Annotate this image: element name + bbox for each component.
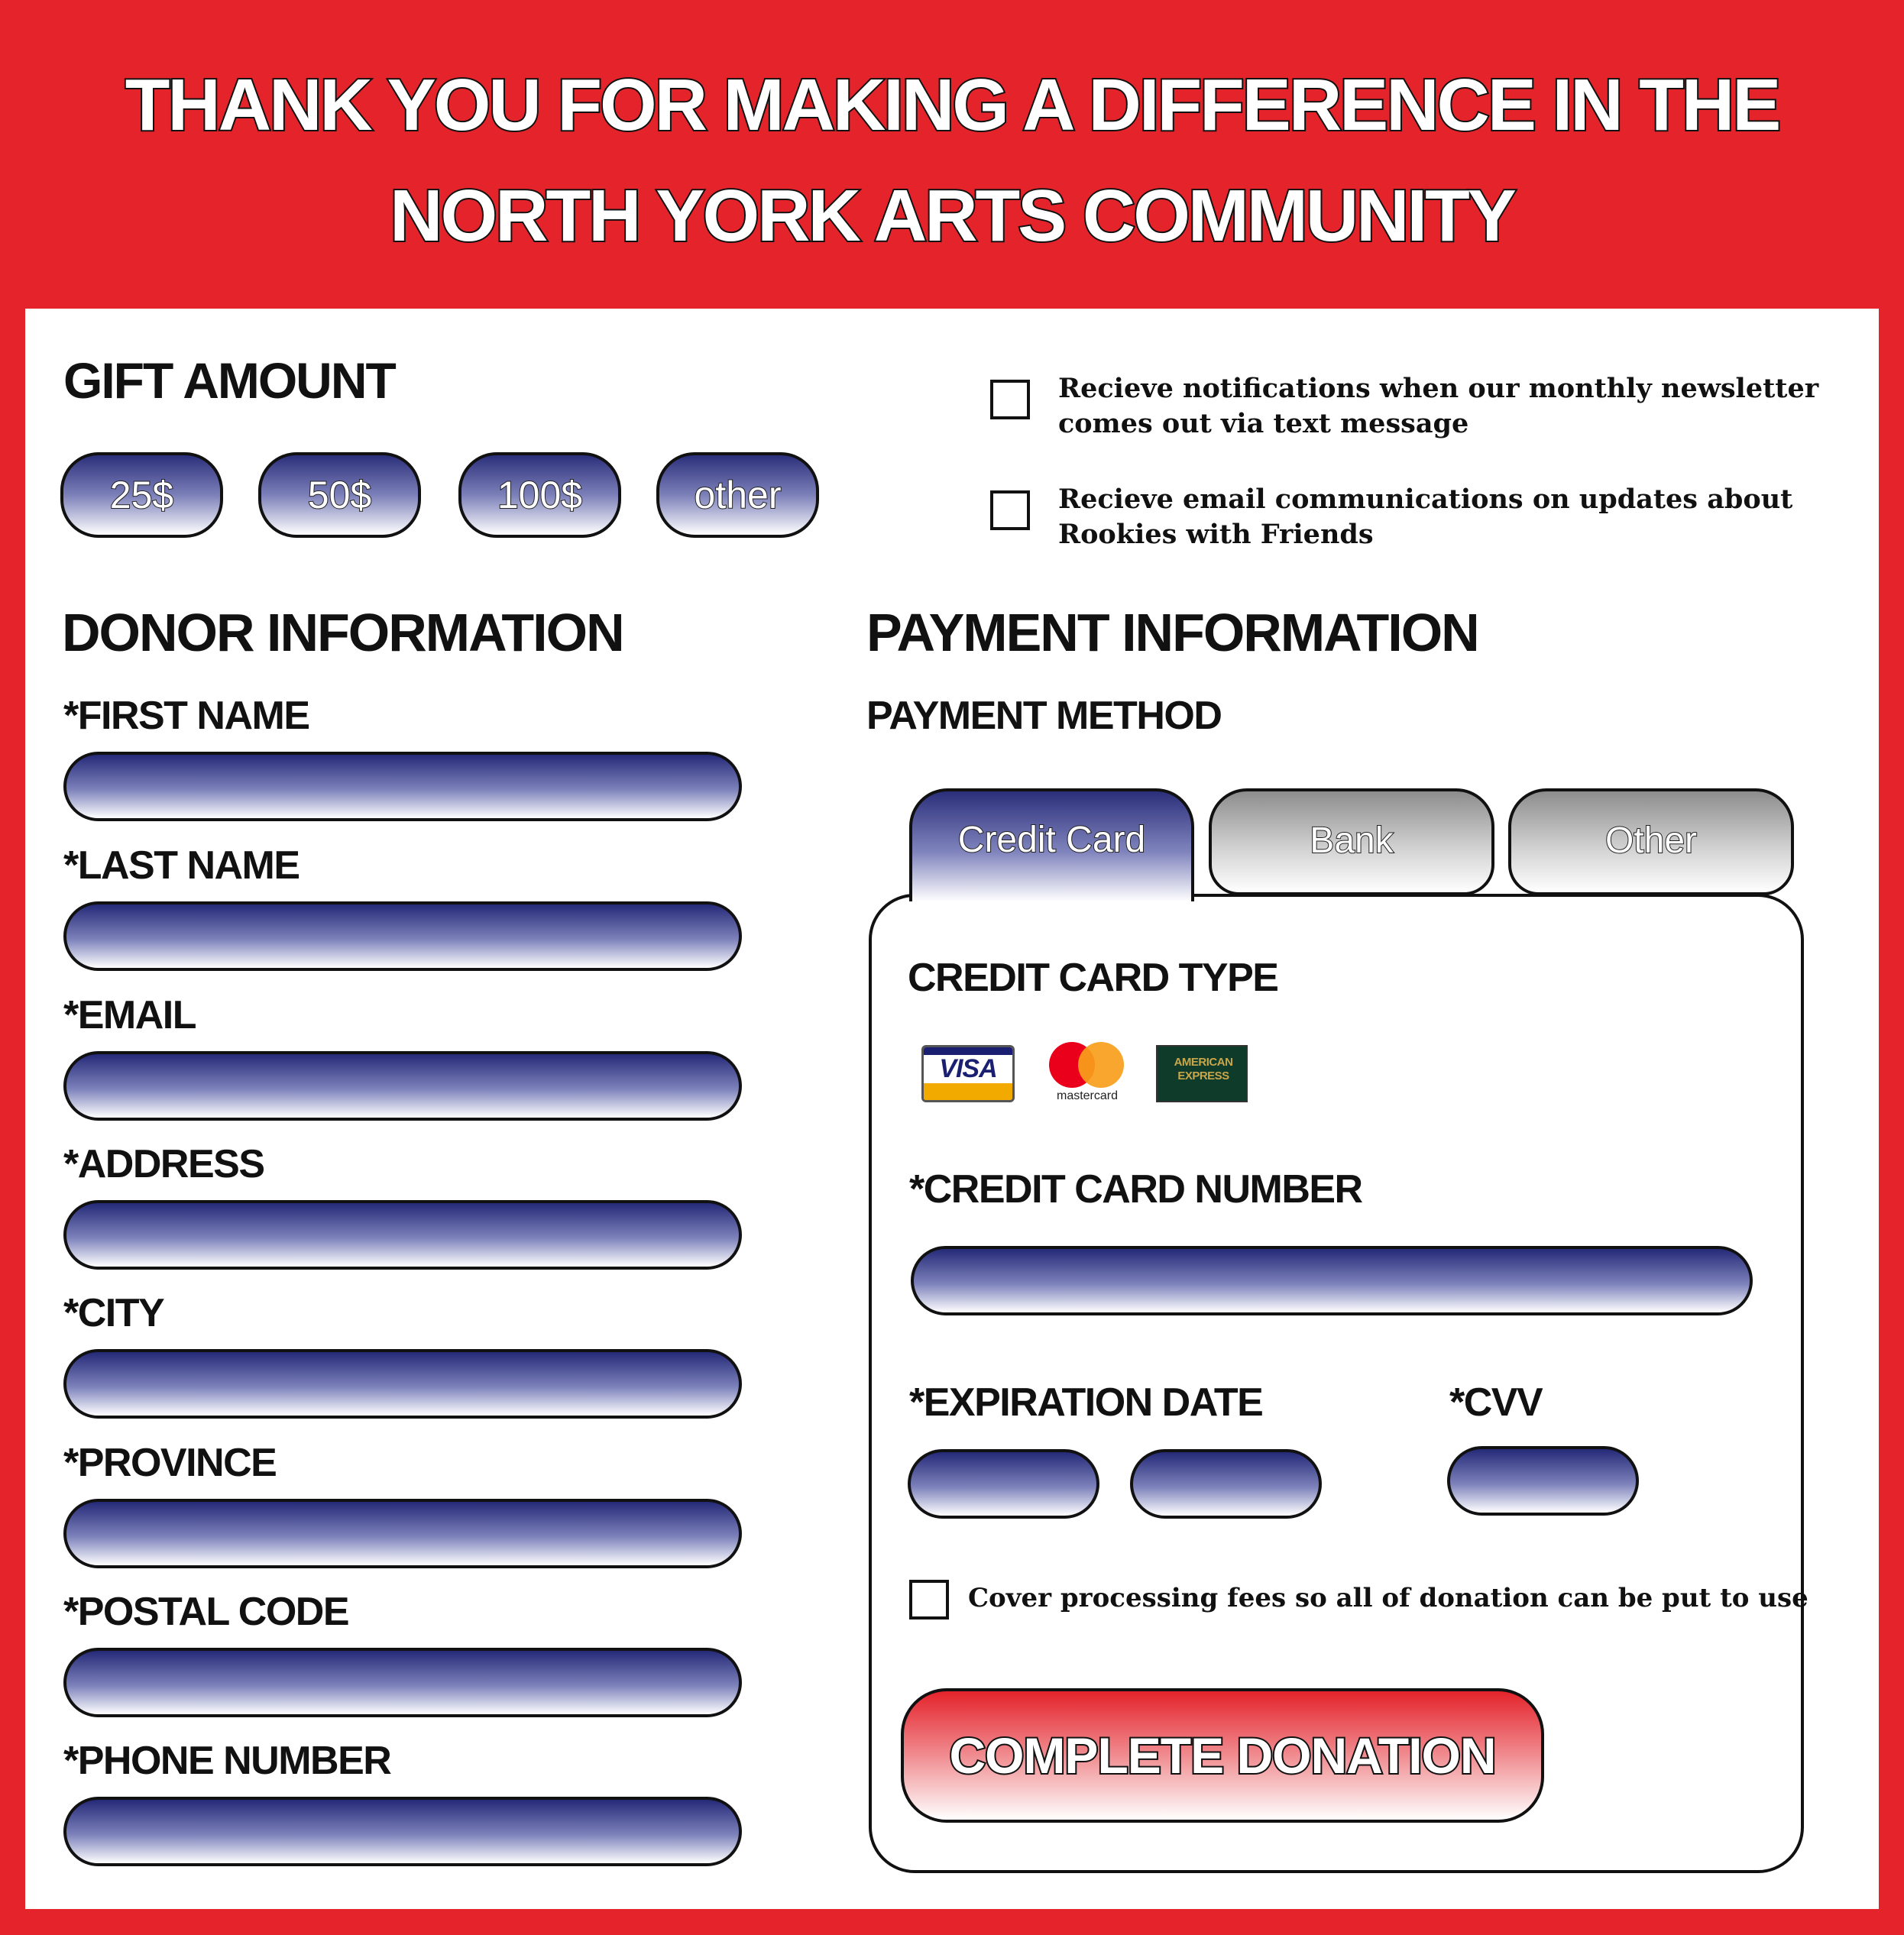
first-name-input[interactable] [63, 752, 742, 821]
province-input[interactable] [63, 1499, 742, 1568]
sms-notification-label: Recieve notifications when our monthly n… [1058, 371, 1818, 442]
visa-card-option[interactable]: VISA [921, 1045, 1015, 1102]
credit-card-number-input[interactable] [911, 1246, 1753, 1315]
sms-notification-checkbox[interactable] [990, 380, 1030, 419]
visa-stripe-bottom [924, 1083, 1012, 1100]
page-title-line-2: NORTH YORK ARTS COMMUNITY [388, 173, 1518, 258]
tab-bank[interactable]: Bank [1209, 788, 1494, 895]
credit-card-type-label: CREDIT CARD TYPE [908, 956, 1279, 1000]
amex-logo-line-2: EXPRESS [1177, 1069, 1229, 1082]
donation-form-panel: GIFT AMOUNT 25$ 50$ 100$ other Recieve n… [25, 309, 1879, 1909]
page-title: THANK YOU FOR MAKING A DIFFERENCE IN THE… [0, 50, 1904, 271]
last-name-input[interactable] [63, 901, 742, 971]
visa-logo-text: VISA [939, 1054, 997, 1083]
mastercard-logo-text: mastercard [1056, 1089, 1119, 1102]
postal-code-label: *POSTAL CODE [63, 1590, 350, 1634]
email-updates-label-line-2: Rookies with Friends [1058, 519, 1374, 550]
gift-option-25[interactable]: 25$ [60, 452, 223, 538]
email-updates-label-line-1: Recieve email communications on updates … [1058, 484, 1793, 515]
cvv-input[interactable] [1447, 1446, 1639, 1516]
gift-option-100[interactable]: 100$ [458, 452, 621, 538]
gift-amount-heading: GIFT AMOUNT [63, 352, 397, 409]
email-updates-label: Recieve email communications on updates … [1058, 482, 1792, 552]
expiration-month-input[interactable] [908, 1449, 1099, 1519]
email-input[interactable] [63, 1051, 742, 1121]
payment-method-label: PAYMENT METHOD [866, 694, 1222, 738]
page-title-line-1: THANK YOU FOR MAKING A DIFFERENCE IN THE [124, 63, 1783, 147]
city-label: *CITY [63, 1291, 165, 1335]
sms-notification-label-line-1: Recieve notifications when our monthly n… [1058, 373, 1819, 404]
email-updates-checkbox[interactable] [990, 490, 1030, 530]
donor-information-heading: DONOR INFORMATION [62, 603, 625, 662]
tab-credit-card[interactable]: Credit Card [909, 788, 1194, 901]
address-label: *ADDRESS [63, 1142, 265, 1186]
province-label: *PROVINCE [63, 1441, 277, 1485]
mastercard-orange-circle [1078, 1042, 1124, 1088]
sms-notification-label-line-2: comes out via text message [1058, 408, 1469, 439]
last-name-label: *LAST NAME [63, 843, 300, 888]
cover-fees-checkbox[interactable] [909, 1580, 949, 1620]
gift-option-50[interactable]: 50$ [258, 452, 421, 538]
payment-information-heading: PAYMENT INFORMATION [866, 603, 1480, 662]
cvv-label: *CVV [1449, 1380, 1543, 1425]
amex-logo-text: AMERICAN EXPRESS [1165, 1056, 1242, 1083]
expiration-date-label: *EXPIRATION DATE [909, 1380, 1264, 1425]
email-label: *EMAIL [63, 993, 197, 1037]
gift-option-other[interactable]: other [656, 452, 819, 538]
city-input[interactable] [63, 1349, 742, 1419]
amex-logo-line-1: AMERICAN [1174, 1056, 1233, 1069]
phone-number-label: *PHONE NUMBER [63, 1739, 392, 1783]
first-name-label: *FIRST NAME [63, 694, 310, 738]
amex-card-option[interactable]: AMERICAN EXPRESS [1156, 1045, 1248, 1102]
cover-fees-label: Cover processing fees so all of donation… [968, 1583, 1808, 1613]
address-input[interactable] [63, 1200, 742, 1270]
postal-code-input[interactable] [63, 1648, 742, 1717]
credit-card-number-label: *CREDIT CARD NUMBER [909, 1167, 1363, 1212]
complete-donation-button[interactable]: COMPLETE DONATION [901, 1688, 1544, 1823]
tab-other[interactable]: Other [1508, 788, 1794, 895]
phone-number-input[interactable] [63, 1797, 742, 1866]
expiration-year-input[interactable] [1130, 1449, 1322, 1519]
mastercard-card-option[interactable]: mastercard [1041, 1042, 1133, 1109]
